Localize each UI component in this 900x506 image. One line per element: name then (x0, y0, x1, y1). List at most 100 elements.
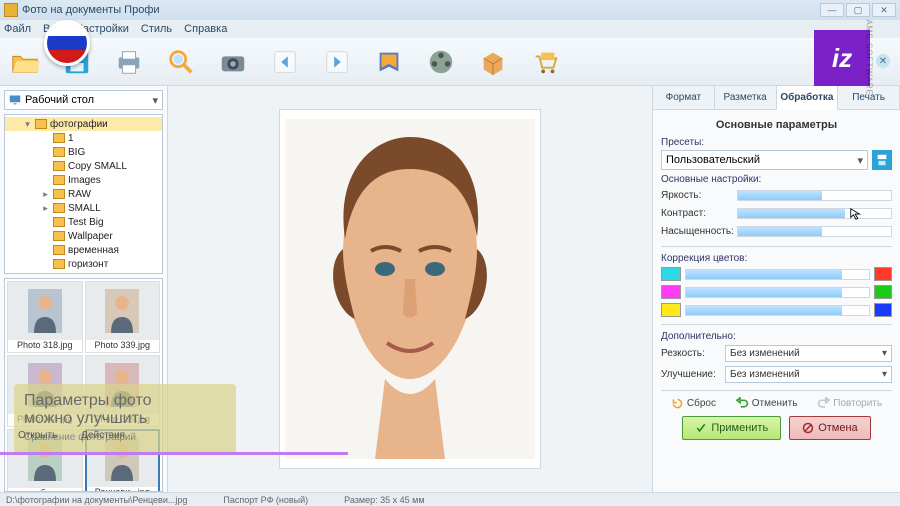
menubar: Файл Вид Настройки Стиль Справка (0, 20, 900, 38)
color-correction-row (661, 266, 892, 282)
tree-label: горизонт (68, 259, 108, 270)
magnifier-icon[interactable] (164, 45, 198, 79)
presets-label: Пресеты: (661, 137, 892, 148)
color-swatch (874, 303, 892, 317)
tab-format[interactable]: Формат (653, 86, 715, 109)
guide-icon[interactable] (372, 45, 406, 79)
camera-icon[interactable] (216, 45, 250, 79)
tree-item[interactable]: ▸SMALL (5, 201, 162, 215)
chevron-down-icon: ▾ (857, 154, 863, 167)
tab-processing[interactable]: Обработка (777, 86, 839, 110)
tree-label: SMALL (68, 203, 101, 214)
color-slider[interactable] (685, 269, 870, 280)
menu-style[interactable]: Стиль (141, 23, 172, 35)
folder-icon (53, 175, 65, 185)
thumb-label: Photo 339.jpg (86, 340, 160, 352)
tree-label: Images (68, 175, 101, 186)
thumbnail[interactable]: Photo 339.jpg (85, 281, 161, 353)
tree-label: Test Big (68, 217, 104, 228)
contrast-slider[interactable] (737, 208, 892, 219)
folder-icon (53, 189, 65, 199)
tree-item[interactable]: BIG (5, 145, 162, 159)
basic-label: Основные настройки: (661, 174, 892, 185)
thumbnail[interactable]: Photo 318.jpg (7, 281, 83, 353)
folder-selected-label: Рабочий стол (25, 94, 94, 106)
status-passport: Паспорт РФ (новый) (223, 495, 308, 505)
toolbar-close-icon[interactable]: ✕ (876, 54, 890, 68)
tree-item[interactable]: ▸RAW (5, 187, 162, 201)
print-icon[interactable] (112, 45, 146, 79)
status-size: Размер: 35 x 45 мм (344, 495, 424, 505)
folder-icon (53, 245, 65, 255)
chevron-down-icon: ▾ (152, 94, 158, 107)
overlay-line2: можно улучшить (24, 410, 226, 428)
minimize-button[interactable]: — (820, 3, 844, 17)
color-swatch (661, 303, 681, 317)
cart-icon[interactable] (528, 45, 562, 79)
tree-item[interactable]: Wallpaper (5, 229, 162, 243)
tree-item[interactable]: 1 (5, 131, 162, 145)
video-progress[interactable] (0, 452, 348, 455)
brightness-slider[interactable] (737, 190, 892, 201)
reel-icon[interactable] (424, 45, 458, 79)
color-swatch (874, 285, 892, 299)
tree-label: 1 (68, 133, 74, 144)
folder-selector[interactable]: Рабочий стол ▾ (4, 90, 163, 110)
person-icon (28, 289, 62, 333)
folder-icon (53, 203, 65, 213)
tree-label: временная (68, 245, 119, 256)
save-preset-button[interactable] (872, 150, 892, 170)
folder-tree[interactable]: ▾фотографии 1BIGCopy SMALL Images▸RAW▸SMAL… (4, 114, 163, 274)
person-icon (105, 289, 139, 333)
close-button[interactable]: ✕ (872, 3, 896, 17)
overlay-open[interactable]: Открыть (18, 430, 57, 441)
prev-icon[interactable] (268, 45, 302, 79)
maximize-button[interactable]: ▢ (846, 3, 870, 17)
preset-value: Пользовательский (666, 154, 760, 166)
redo-action[interactable]: Повторить (817, 397, 882, 410)
titlebar: Фото на документы Профи — ▢ ✕ (0, 0, 900, 20)
tab-markup[interactable]: Разметка (715, 86, 777, 109)
app-icon (4, 3, 18, 17)
tree-item[interactable]: Images (5, 173, 162, 187)
menu-file[interactable]: Файл (4, 23, 31, 35)
next-icon[interactable] (320, 45, 354, 79)
brightness-label: Яркость: (661, 190, 733, 201)
preview-area (168, 86, 652, 492)
folder-icon (53, 259, 65, 269)
enhance-select[interactable]: Без изменений▾ (725, 366, 892, 383)
color-swatch (661, 285, 681, 299)
apply-button[interactable]: Применить (682, 416, 781, 440)
right-panel: Формат Разметка Обработка Печать Основны… (652, 86, 900, 492)
tree-item[interactable]: временная (5, 243, 162, 257)
overlay-line1: Параметры фото (24, 392, 226, 410)
saturation-slider[interactable] (737, 226, 892, 237)
desktop-icon (9, 94, 21, 106)
iz-logo: iz (814, 30, 870, 86)
preset-select[interactable]: Пользовательский ▾ (661, 150, 868, 170)
tree-label: RAW (68, 189, 91, 200)
open-folder-icon[interactable] (8, 45, 42, 79)
overlay-hint: Параметры фото можно улучшить Сравнение … (14, 384, 236, 454)
cc-label: Коррекция цветов: (661, 253, 892, 264)
sharpness-select[interactable]: Без изменений▾ (725, 345, 892, 362)
color-swatch (661, 267, 681, 281)
folder-icon (53, 147, 65, 157)
tree-item[interactable]: горизонт (5, 257, 162, 271)
overlay-actions: Открыть Действия (18, 430, 125, 441)
overlay-actions-label[interactable]: Действия (81, 430, 125, 441)
undo-action[interactable]: Отменить (736, 397, 798, 410)
photo-preview (279, 109, 541, 469)
tree-item[interactable]: Test Big (5, 215, 162, 229)
sharpness-label: Резкость: (661, 348, 721, 359)
contrast-label: Контраст: (661, 208, 733, 219)
tree-item[interactable]: ▾фотографии (5, 117, 162, 131)
tree-item[interactable]: Copy SMALL (5, 159, 162, 173)
color-slider[interactable] (685, 305, 870, 316)
package-icon[interactable] (476, 45, 510, 79)
color-slider[interactable] (685, 287, 870, 298)
cancel-button[interactable]: Отмена (789, 416, 870, 440)
extra-label: Дополнительно: (661, 331, 892, 342)
menu-help[interactable]: Справка (184, 23, 227, 35)
reset-action[interactable]: Сброс (671, 397, 716, 410)
